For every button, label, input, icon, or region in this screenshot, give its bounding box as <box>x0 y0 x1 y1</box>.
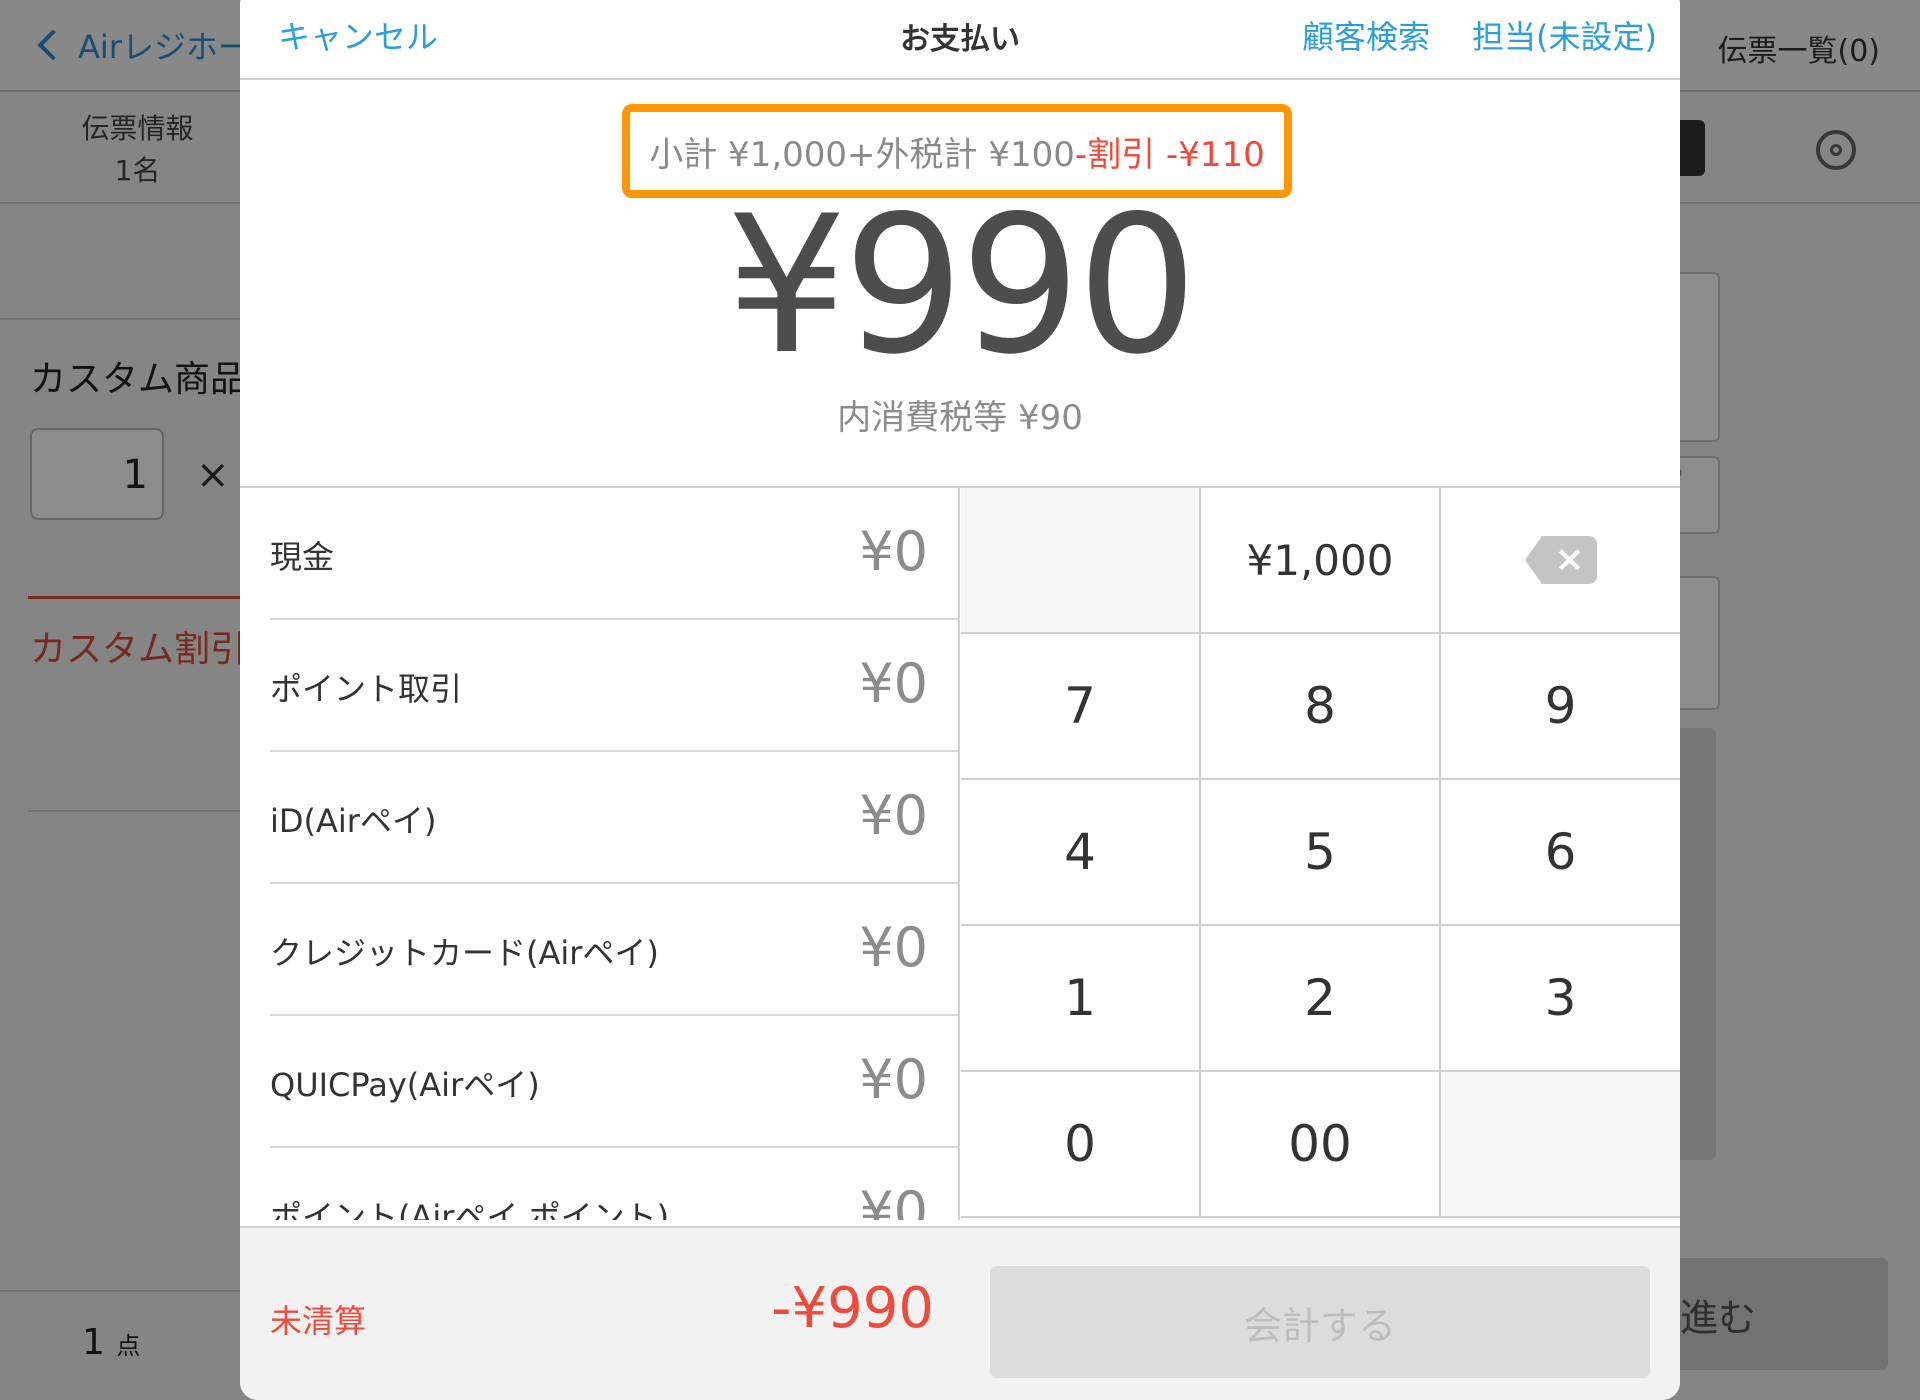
modal-header: キャンセル お支払い 顧客検索 担当(未設定) <box>240 0 1680 80</box>
key-7[interactable]: 7 <box>961 634 1201 780</box>
key-3[interactable]: 3 <box>1441 926 1680 1072</box>
payment-method-id[interactable]: iD(Airペイ) ¥0 <box>270 752 958 884</box>
payment-method-name: QUICPay(Airペイ) <box>270 1066 540 1104</box>
payment-method-amount: ¥0 <box>859 520 928 583</box>
backspace-key[interactable]: × <box>1441 488 1680 634</box>
key-2[interactable]: 2 <box>1201 926 1441 1072</box>
payment-method-point[interactable]: ポイント取引 ¥0 <box>270 620 958 752</box>
quick-amount-key[interactable]: ¥1,000 <box>1201 488 1441 634</box>
modal-title: お支払い <box>900 22 1020 57</box>
key-1[interactable]: 1 <box>961 926 1201 1072</box>
payment-method-amount: ¥0 <box>859 1048 928 1111</box>
modal-footer: 未清算 -¥990 会計する <box>240 1226 1680 1400</box>
keypad-blank <box>1441 1072 1680 1218</box>
payment-method-cash[interactable]: 現金 ¥0 <box>270 488 958 620</box>
backspace-icon: × <box>1524 536 1597 584</box>
key-00[interactable]: 00 <box>1201 1072 1441 1218</box>
payment-method-amount: ¥0 <box>859 652 928 715</box>
key-9[interactable]: 9 <box>1441 634 1680 780</box>
payment-method-name: 現金 <box>270 538 335 576</box>
key-6[interactable]: 6 <box>1441 780 1680 926</box>
subtotal-tax-text: 小計 ¥1,000+外税計 ¥100 <box>649 134 1075 175</box>
payment-method-name: クレジットカード(Airペイ) <box>270 934 659 972</box>
payment-method-quicpay[interactable]: QUICPay(Airペイ) ¥0 <box>270 1016 958 1148</box>
customer-search-button[interactable]: 顧客検索 <box>1302 12 1430 58</box>
payment-method-list: 現金 ¥0 ポイント取引 ¥0 iD(Airペイ) ¥0 クレジットカード(Ai… <box>240 488 960 1220</box>
payment-method-airpay-point[interactable]: ポイント(Airペイ ポイント) ¥0 <box>270 1148 958 1220</box>
checkout-button[interactable]: 会計する <box>990 1266 1650 1378</box>
payment-method-amount: ¥0 <box>859 1180 928 1220</box>
numeric-keypad: ¥1,000 × 7 8 9 4 5 6 1 2 3 0 00 <box>961 488 1680 1220</box>
unsettled-amount: -¥990 <box>771 1276 934 1341</box>
payment-method-credit-card[interactable]: クレジットカード(Airペイ) ¥0 <box>270 884 958 1016</box>
key-4[interactable]: 4 <box>961 780 1201 926</box>
staff-button[interactable]: 担当(未設定) <box>1472 12 1657 58</box>
payment-method-name: iD(Airペイ) <box>270 802 437 840</box>
payment-modal: キャンセル お支払い 顧客検索 担当(未設定) 小計 ¥1,000+外税計 ¥1… <box>240 0 1680 1400</box>
discount-text: -割引 -¥110 <box>1074 134 1265 175</box>
key-0[interactable]: 0 <box>961 1072 1201 1218</box>
unsettled-label: 未清算 <box>270 1302 367 1340</box>
key-8[interactable]: 8 <box>1201 634 1441 780</box>
payment-method-amount: ¥0 <box>859 916 928 979</box>
payment-method-amount: ¥0 <box>859 784 928 847</box>
keypad-blank <box>961 488 1201 634</box>
included-tax: 内消費税等 ¥90 <box>837 398 1083 438</box>
payment-method-name: ポイント取引 <box>270 670 463 708</box>
key-5[interactable]: 5 <box>1201 780 1441 926</box>
total-amount: ¥990 <box>726 175 1198 396</box>
payment-method-name: ポイント(Airペイ ポイント) <box>270 1198 670 1220</box>
